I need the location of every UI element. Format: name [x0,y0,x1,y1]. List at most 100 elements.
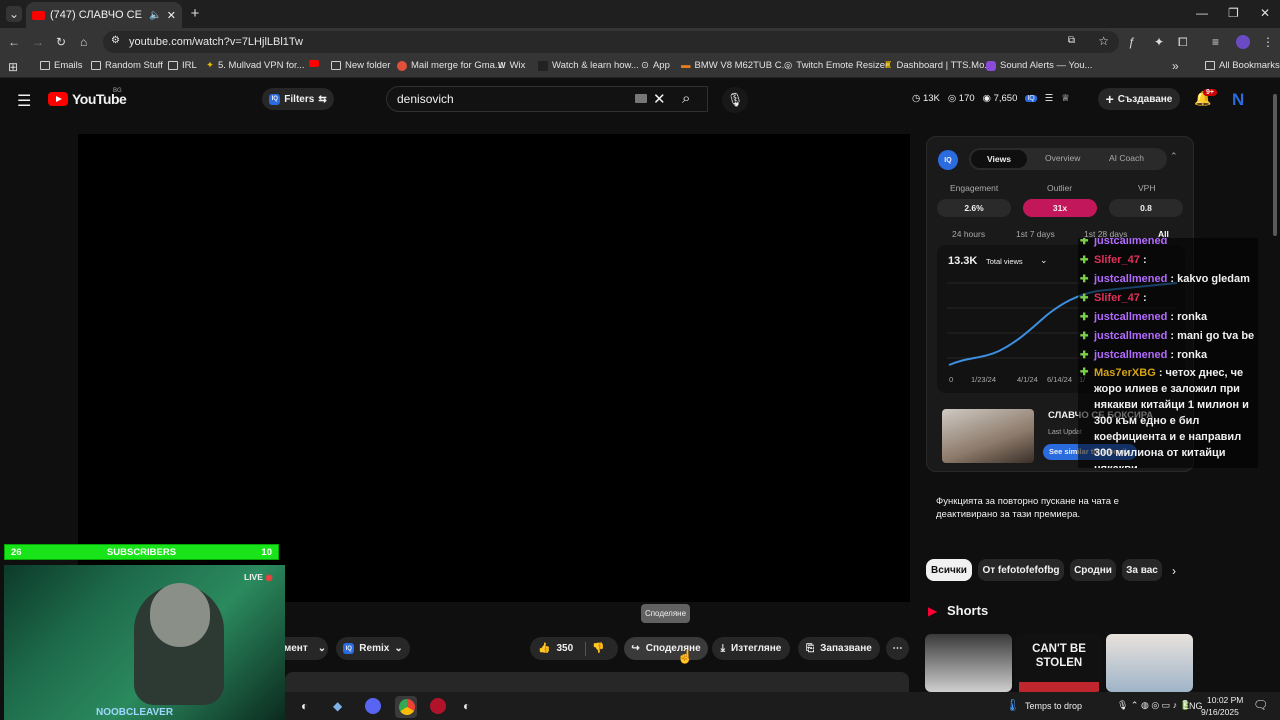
bookmark-item[interactable]: ✦ 5. Mullvad VPN for... [206,60,305,71]
media-icon[interactable]: ≡ [1212,35,1219,49]
bookmark-item[interactable]: Watch & learn how... [538,60,639,71]
tab-views[interactable]: Views [971,150,1027,168]
clock-time[interactable]: 10:02 PM [1207,695,1243,705]
search-icon[interactable]: ⌕ [682,90,690,107]
tab-overview[interactable]: Overview [1045,153,1080,163]
bookmark-item[interactable]: Mail merge for Gma... [397,60,503,71]
chip-related[interactable]: Сродни [1070,559,1116,581]
create-button[interactable]: + Създаване [1098,88,1180,110]
list-icon[interactable]: ☰ [1045,93,1054,104]
chips-next-icon[interactable]: › [1172,564,1176,578]
tab-search-chevron-icon[interactable]: ⌄ [6,6,22,22]
total-views-label[interactable]: Total views [986,257,1023,266]
translate-icon[interactable]: ⧉ [1068,35,1075,46]
bookmark-star-icon[interactable]: ☆ [1098,34,1109,48]
bookmark-item[interactable]: ♜ Dashboard | TTS.Mo... [884,60,992,71]
bookmark-item[interactable]: Sound Alerts — You... [986,60,1092,71]
filters-button[interactable]: IQ Filters ⇆ [262,88,334,110]
more-bookmarks-icon[interactable]: » [1172,59,1179,73]
clock-date[interactable]: 9/16/2025 [1201,707,1239,717]
range-7d[interactable]: 1st 7 days [1016,229,1055,239]
back-icon[interactable]: ← [8,35,20,49]
chip-for-you[interactable]: За вас [1122,559,1162,581]
bookmark-item[interactable]: W Wix [498,60,525,71]
bookmark-item[interactable]: ◎ Twitch Emote Resizer [784,60,888,71]
bookmark-item[interactable]: ▬ BMW V8 M62TUB C... [681,60,790,71]
search-input[interactable]: denisovich ✕ [386,86,708,112]
logitech-icon[interactable]: ◐ [463,699,470,713]
browser-menu-icon[interactable]: ⋮ [1262,35,1274,49]
tray-icons[interactable]: 🎙 ⌃ ◍ ◎ ▭ ♪ 🔋 [1117,700,1191,711]
description-box[interactable] [285,672,909,692]
all-bookmarks[interactable]: All Bookmarks [1205,60,1280,71]
more-actions-button[interactable]: ⋯ [886,637,909,660]
vidiq-icon[interactable]: IQ [1025,95,1037,102]
apps-grid-icon[interactable]: ⊞ [8,60,18,74]
like-icon[interactable]: 👍 [538,643,550,654]
minimize-icon[interactable]: — [1196,6,1208,20]
steam-icon[interactable]: ◆ [333,699,342,713]
hamburger-menu-icon[interactable]: ☰ [17,91,31,111]
discord-icon[interactable] [365,698,381,714]
channel-avatar[interactable]: N [1232,90,1244,110]
extensions-puzzle-icon[interactable]: ⧠ [1178,35,1188,50]
tab-close-icon[interactable]: ✕ [167,9,176,22]
bookmark-item[interactable]: New folder [331,60,390,71]
site-info-icon[interactable]: ⚙ [111,35,120,46]
chip-from-channel[interactable]: От fefotofefofbg [978,559,1064,581]
segment-button[interactable]: мент ⌄ [282,637,328,660]
chevron-down-icon[interactable]: ⌄ [1040,255,1048,266]
remix-button[interactable]: IQ Remix ⌄ [336,637,410,660]
chip-all[interactable]: Всички [926,559,972,581]
share-button[interactable]: ↪ Споделяне [624,637,708,660]
short-thumbnail[interactable] [1106,634,1193,692]
weather-text[interactable]: Temps to drop [1025,701,1082,711]
short-thumbnail[interactable]: CAN'T BE STOLEN [1015,634,1102,692]
new-tab-icon[interactable]: + [188,5,202,22]
window-close-icon[interactable]: ✕ [1260,6,1270,20]
restore-icon[interactable]: ❐ [1228,6,1239,20]
youtube-logo-icon[interactable] [48,92,68,106]
bookmark-item[interactable] [309,60,319,67]
language-indicator[interactable]: ENG [1183,701,1203,711]
youtube-favicon-icon [32,10,45,20]
collapse-icon[interactable]: ⌃ [1170,151,1178,162]
trophy-icon[interactable]: ♕ [1061,93,1070,104]
similar-thumbnail[interactable] [942,409,1034,463]
like-count[interactable]: 350 [556,643,573,654]
dislike-icon[interactable]: 👎 [592,643,604,654]
folder-icon [40,61,50,70]
forward-icon[interactable]: → [32,35,44,49]
clear-search-icon[interactable]: ✕ [653,90,666,108]
reload-icon[interactable]: ↻ [56,35,66,49]
extension-fx-icon[interactable]: ƒ [1128,35,1135,49]
voice-search-icon[interactable]: 🎙 [722,87,748,113]
address-bar[interactable]: ⚙ youtube.com/watch?v=7LHjlLBl1Tw ⧉ ☆ [103,31,1119,53]
profile-avatar[interactable] [1236,35,1250,49]
scrollbar-thumb[interactable] [1273,94,1277,236]
extension-icon[interactable]: ✦ [1154,35,1164,49]
tab-ai-coach[interactable]: AI Coach [1109,153,1144,163]
bookmark-item[interactable]: IRL [168,60,197,71]
obs-icon[interactable] [430,698,446,714]
likes-count: 7,650 [993,93,1018,104]
page-scrollbar[interactable] [1272,86,1278,692]
chat-username: justcallmened [1094,273,1168,285]
short-thumbnail[interactable] [925,634,1012,692]
download-button[interactable]: ⤓ Изтегляне [712,637,790,660]
bookmark-item[interactable]: ⊙ App [641,60,670,71]
notifications-center-icon[interactable]: 🗨 [1253,698,1268,712]
metric-label: VPH [1138,183,1156,193]
bookmark-label: IRL [182,60,197,71]
chrome-icon[interactable] [399,699,415,715]
tab-audio-icon[interactable]: 🔈 [149,10,161,21]
keyboard-icon[interactable] [635,94,647,103]
range-24h[interactable]: 24 hours [952,229,985,239]
tab-active[interactable]: (747) СЛАВЧО СЕ БОКСИРА 🔈 ✕ [26,2,182,28]
home-icon[interactable]: ⌂ [80,35,87,49]
bookmark-item[interactable]: Random Stuff [91,60,163,71]
save-button[interactable]: ⎘ Запазване [798,637,880,660]
video-player[interactable] [78,134,910,602]
taskbar-app-icon[interactable]: ◐ [301,699,308,713]
bookmark-item[interactable]: Emails [40,60,83,71]
